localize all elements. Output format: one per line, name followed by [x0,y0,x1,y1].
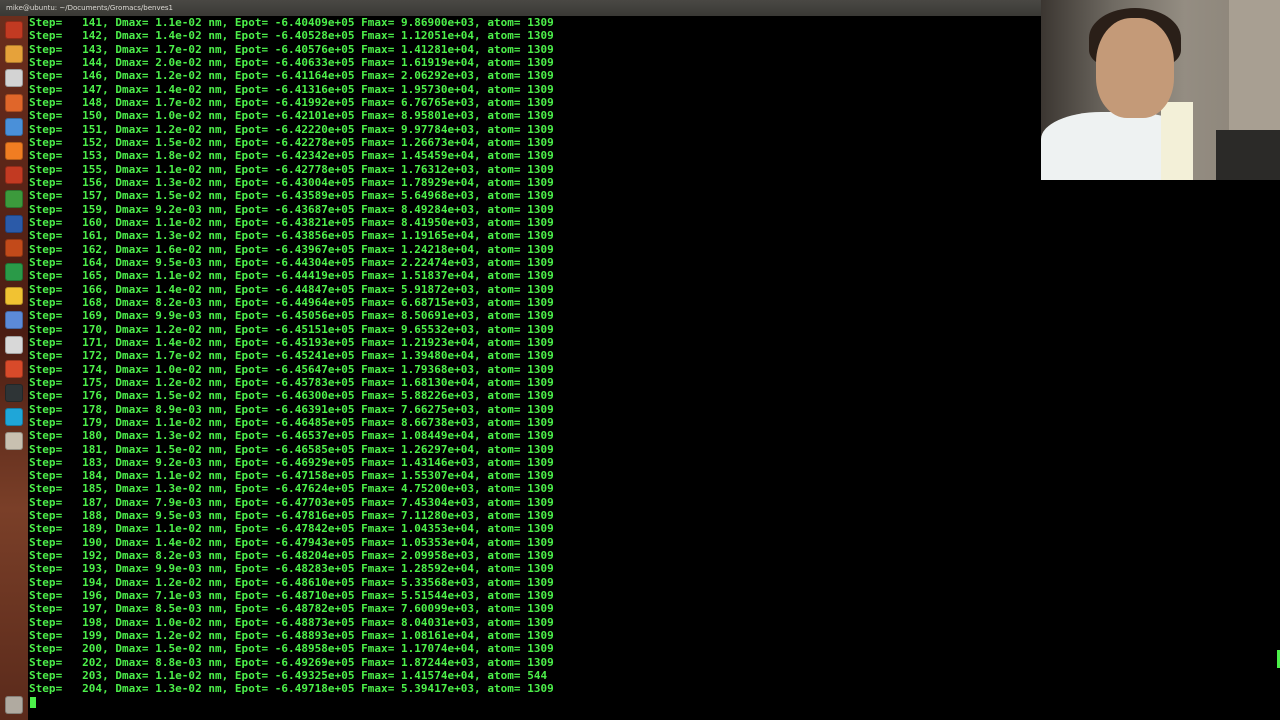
word-icon[interactable] [5,214,23,233]
terminal-line: Step= 172, Dmax= 1.7e-02 nm, Epot= -6.45… [29,349,554,363]
drive-icon[interactable] [5,287,23,306]
terminal-line: Step= 198, Dmax= 1.0e-02 nm, Epot= -6.48… [29,615,554,629]
archive-icon[interactable] [5,432,23,451]
terminal-line: Step= 144, Dmax= 2.0e-02 nm, Epot= -6.40… [29,55,554,69]
impress-icon[interactable] [5,238,23,257]
terminal-line: Step= 166, Dmax= 1.4e-02 nm, Epot= -6.44… [29,282,554,296]
terminal-line: Step= 142, Dmax= 1.4e-02 nm, Epot= -6.40… [29,29,554,43]
terminal-line: Step= 179, Dmax= 1.1e-02 nm, Epot= -6.46… [29,415,554,429]
settings-icon[interactable] [5,190,23,209]
webcam-overlay [1041,0,1280,180]
terminal-line: Step= 147, Dmax= 1.4e-02 nm, Epot= -6.41… [29,82,554,96]
webcam-person-face [1096,18,1174,118]
editor-icon[interactable] [5,335,23,354]
software-center-icon[interactable] [5,142,23,160]
terminal-line: Step= 169, Dmax= 9.9e-03 nm, Epot= -6.45… [29,309,554,323]
terminal-line: Step= 194, Dmax= 1.2e-02 nm, Epot= -6.48… [29,575,554,589]
webcam-background-furniture [1216,130,1280,180]
terminal-line: Step= 188, Dmax= 9.5e-03 nm, Epot= -6.47… [29,509,554,523]
terminal-line: Step= 160, Dmax= 1.1e-02 nm, Epot= -6.43… [29,215,554,229]
terminal-lines: Step= 141, Dmax= 1.1e-02 nm, Epot= -6.40… [29,16,554,696]
terminal-line: Step= 185, Dmax= 1.3e-02 nm, Epot= -6.47… [29,482,554,496]
unity-launcher [0,16,28,720]
tools-icon[interactable] [5,166,23,185]
terminal-line: Step= 199, Dmax= 1.2e-02 nm, Epot= -6.48… [29,629,554,643]
webcam-paper [1161,102,1193,180]
terminal-line: Step= 190, Dmax= 1.4e-02 nm, Epot= -6.47… [29,535,554,549]
terminal-line: Step= 146, Dmax= 1.2e-02 nm, Epot= -6.41… [29,69,554,83]
trash-icon[interactable] [5,696,23,714]
terminal-line: Step= 170, Dmax= 1.2e-02 nm, Epot= -6.45… [29,322,554,336]
terminal-line: Step= 204, Dmax= 1.3e-02 nm, Epot= -6.49… [29,682,554,696]
terminal-line: Step= 200, Dmax= 1.5e-02 nm, Epot= -6.48… [29,642,554,656]
terminal-line: Step= 196, Dmax= 7.1e-03 nm, Epot= -6.48… [29,589,554,603]
terminal-line: Step= 189, Dmax= 1.1e-02 nm, Epot= -6.47… [29,522,554,536]
terminal-line: Step= 156, Dmax= 1.3e-02 nm, Epot= -6.43… [29,175,554,189]
dash-icon[interactable] [5,21,23,39]
terminal-line: Step= 181, Dmax= 1.5e-02 nm, Epot= -6.46… [29,442,554,456]
terminal-icon[interactable] [5,384,23,402]
terminal-line: Step= 187, Dmax= 7.9e-03 nm, Epot= -6.47… [29,495,554,509]
terminal-line: Step= 178, Dmax= 8.9e-03 nm, Epot= -6.46… [29,402,554,416]
terminal-line: Step= 164, Dmax= 9.5e-03 nm, Epot= -6.44… [29,255,554,269]
terminal-line: Step= 183, Dmax= 9.2e-03 nm, Epot= -6.46… [29,455,554,469]
terminal-line: Step= 151, Dmax= 1.2e-02 nm, Epot= -6.42… [29,122,554,136]
terminal-line: Step= 203, Dmax= 1.1e-02 nm, Epot= -6.49… [29,669,548,683]
terminal-line: Step= 174, Dmax= 1.0e-02 nm, Epot= -6.45… [29,362,554,376]
webcam-background-door [1229,0,1280,150]
terminal-cursor [30,697,36,708]
terminal-line: Step= 143, Dmax= 1.7e-02 nm, Epot= -6.40… [29,42,554,56]
terminal-line: Step= 152, Dmax= 1.5e-02 nm, Epot= -6.42… [29,135,554,149]
terminal-line: Step= 155, Dmax= 1.1e-02 nm, Epot= -6.42… [29,162,554,176]
image-viewer-icon[interactable] [5,359,23,378]
terminal-line: Step= 175, Dmax= 1.2e-02 nm, Epot= -6.45… [29,375,554,389]
chromium-icon[interactable] [5,117,23,136]
terminal-line: Step= 180, Dmax= 1.3e-02 nm, Epot= -6.46… [29,429,554,443]
terminal-line: Step= 192, Dmax= 8.2e-03 nm, Epot= -6.48… [29,549,554,563]
terminal-line: Step= 157, Dmax= 1.5e-02 nm, Epot= -6.43… [29,189,554,203]
firefox-icon[interactable] [5,93,23,112]
files-alt-icon[interactable] [5,69,23,88]
browser-icon[interactable] [5,311,23,330]
files-icon[interactable] [5,45,23,64]
terminal-line: Step= 202, Dmax= 8.8e-03 nm, Epot= -6.49… [29,655,554,669]
terminal-line: Step= 165, Dmax= 1.1e-02 nm, Epot= -6.44… [29,269,554,283]
terminal-line: Step= 184, Dmax= 1.1e-02 nm, Epot= -6.47… [29,469,554,483]
terminal-line: Step= 161, Dmax= 1.3e-02 nm, Epot= -6.43… [29,229,554,243]
calc-icon[interactable] [5,263,23,281]
terminal-line: Step= 193, Dmax= 9.9e-03 nm, Epot= -6.48… [29,562,554,576]
terminal-line: Step= 168, Dmax= 8.2e-03 nm, Epot= -6.44… [29,295,554,309]
terminal-line: Step= 159, Dmax= 9.2e-03 nm, Epot= -6.43… [29,202,554,216]
terminal-line: Step= 197, Dmax= 8.5e-03 nm, Epot= -6.48… [29,602,554,616]
terminal-line: Step= 162, Dmax= 1.6e-02 nm, Epot= -6.43… [29,242,554,256]
terminal-line: Step= 141, Dmax= 1.1e-02 nm, Epot= -6.40… [29,16,554,29]
skype-icon[interactable] [5,408,23,427]
terminal-line: Step= 153, Dmax= 1.8e-02 nm, Epot= -6.42… [29,149,554,163]
terminal-line: Step= 176, Dmax= 1.5e-02 nm, Epot= -6.46… [29,389,554,403]
terminal-line: Step= 171, Dmax= 1.4e-02 nm, Epot= -6.45… [29,335,554,349]
terminal-line: Step= 150, Dmax= 1.0e-02 nm, Epot= -6.42… [29,109,554,123]
terminal-line: Step= 148, Dmax= 1.7e-02 nm, Epot= -6.41… [29,95,554,109]
